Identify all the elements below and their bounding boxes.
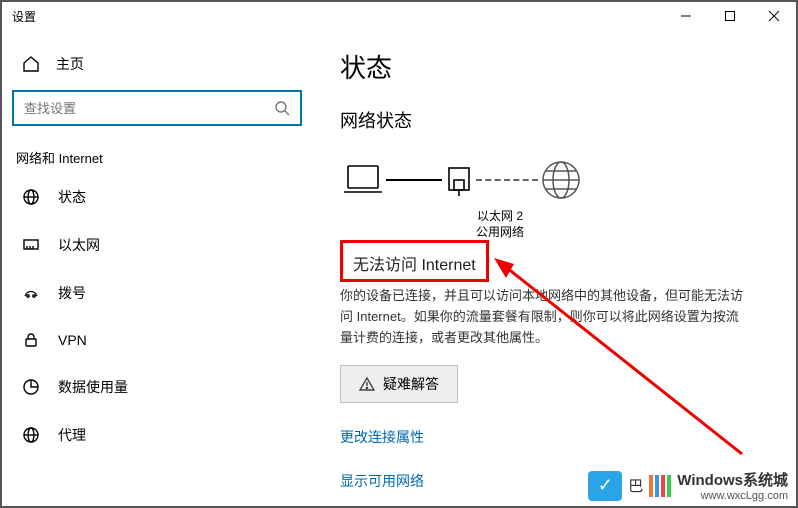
proxy-icon xyxy=(22,426,40,444)
sidebar-item-label: 拨号 xyxy=(58,283,86,303)
search-icon xyxy=(274,100,290,116)
dialup-icon xyxy=(22,284,40,302)
connection-line xyxy=(386,179,442,181)
sidebar-item-label: 代理 xyxy=(58,425,86,445)
status-text: 无法访问 Internet xyxy=(353,257,476,274)
troubleshoot-button[interactable]: 疑难解答 xyxy=(340,365,458,403)
change-properties-link[interactable]: 更改连接属性 xyxy=(340,427,768,447)
adapter-name: 以太网 2 xyxy=(460,209,540,225)
warning-icon xyxy=(359,376,375,392)
sidebar-item-label: VPN xyxy=(58,332,87,348)
status-highlight: 无法访问 Internet xyxy=(340,240,489,282)
troubleshoot-label: 疑难解答 xyxy=(383,374,439,394)
search-input[interactable] xyxy=(12,90,302,126)
router-icon xyxy=(442,160,476,200)
watermark-url: www.wxcLgg.com xyxy=(677,490,788,502)
status-description: 你的设备已连接，并且可以访问本地网络中的其他设备，但可能无法访问 Interne… xyxy=(340,286,750,348)
sidebar-item-label: 状态 xyxy=(58,187,86,207)
share-icon: ✓ xyxy=(588,471,622,501)
sidebar-item-ethernet[interactable]: 以太网 xyxy=(2,221,312,269)
sidebar-item-proxy[interactable]: 代理 xyxy=(2,411,312,459)
watermark-brand: Windows系统城 xyxy=(677,472,788,489)
connection-dashed xyxy=(476,179,538,181)
minimize-button[interactable] xyxy=(664,2,708,30)
home-label: 主页 xyxy=(56,54,84,74)
main-content: 状态 网络状态 以太网 2 公用网络 无法访问 Internet 你的设备已连接… xyxy=(312,30,796,506)
device-icon xyxy=(340,160,386,200)
vpn-icon xyxy=(22,331,40,349)
sidebar-item-datausage[interactable]: 数据使用量 xyxy=(2,363,312,411)
watermark-letter: 巴 xyxy=(628,475,643,496)
sidebar-item-dialup[interactable]: 拨号 xyxy=(2,269,312,317)
home-icon xyxy=(22,55,40,73)
maximize-button[interactable] xyxy=(708,2,752,30)
sidebar-item-label: 数据使用量 xyxy=(58,377,128,397)
sidebar-item-vpn[interactable]: VPN xyxy=(2,317,312,363)
adapter-profile: 公用网络 xyxy=(460,225,540,241)
ethernet-icon xyxy=(22,236,40,254)
page-title: 状态 xyxy=(340,48,768,85)
globe-icon xyxy=(538,157,584,203)
datausage-icon xyxy=(22,378,40,396)
window-controls xyxy=(664,2,796,30)
network-diagram xyxy=(340,157,768,203)
app-title: 设置 xyxy=(12,8,36,25)
titlebar: 设置 xyxy=(2,2,796,30)
section-title: 网络状态 xyxy=(340,107,768,133)
status-icon xyxy=(22,188,40,206)
watermark: ✓ 巴 Windows系统城 www.wxcLgg.com xyxy=(588,469,788,502)
home-nav[interactable]: 主页 xyxy=(2,44,312,84)
search-field[interactable] xyxy=(24,101,274,116)
sidebar-item-label: 以太网 xyxy=(58,235,100,255)
sidebar: 主页 网络和 Internet 状态 以太网 拨号 VPN xyxy=(2,30,312,506)
category-heading: 网络和 Internet xyxy=(2,138,312,173)
sidebar-item-status[interactable]: 状态 xyxy=(2,173,312,221)
close-button[interactable] xyxy=(752,2,796,30)
watermark-logo xyxy=(649,475,671,497)
